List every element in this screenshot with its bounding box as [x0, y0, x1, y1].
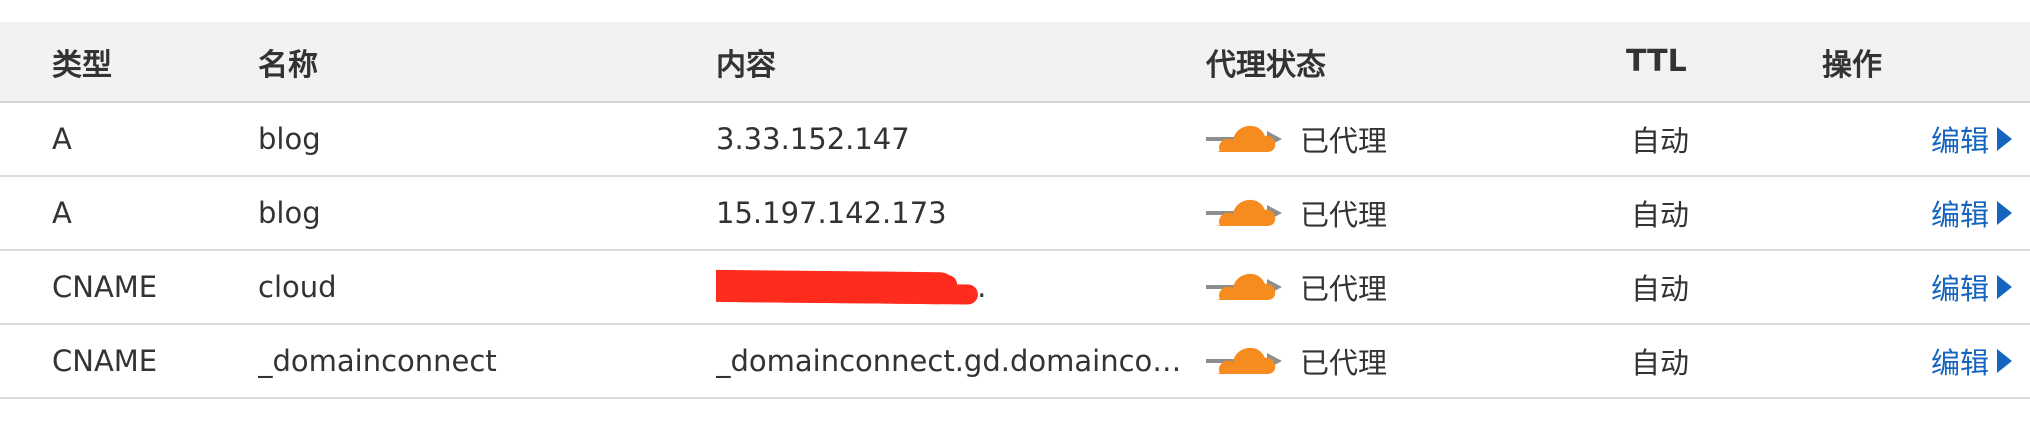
- edit-button[interactable]: 编辑: [1931, 118, 2012, 160]
- ttl-value: 自动: [1631, 124, 1690, 158]
- table-row: CNAME _domainconnect _domainconnect.gd.d…: [0, 325, 2030, 399]
- cloud-proxy-icon: [1206, 347, 1282, 374]
- actions-cell: 编辑: [1822, 325, 2030, 397]
- record-type: CNAME: [52, 344, 158, 378]
- edit-label: 编辑: [1930, 198, 1989, 232]
- play-triangle-icon: [1997, 201, 2012, 225]
- edit-button[interactable]: 编辑: [1931, 340, 2012, 382]
- cloud-proxy-icon: [1206, 199, 1282, 226]
- proxy-status-label: 已代理: [1300, 198, 1388, 232]
- record-type: A: [52, 196, 72, 230]
- record-name: blog: [258, 122, 321, 156]
- actions-cell: 编辑: [1822, 251, 2030, 323]
- record-content-cell: 15.197.142.173: [716, 177, 1191, 249]
- actions-cell: 编辑: [1822, 103, 2030, 175]
- record-content-cell: _domainconnect.gd.domainco…: [716, 325, 1191, 397]
- record-content-cell: 3.33.152.147: [716, 103, 1191, 175]
- cloud-proxy-icon: [1206, 125, 1282, 152]
- proxy-status-cell: 已代理: [1206, 325, 1506, 397]
- play-triangle-icon: [1997, 127, 2012, 151]
- record-name: cloud: [258, 270, 337, 304]
- ttl-value: 自动: [1631, 346, 1690, 380]
- proxy-status-cell: 已代理: [1206, 177, 1506, 249]
- edit-button[interactable]: 编辑: [1931, 192, 2012, 234]
- record-name: blog: [258, 196, 321, 230]
- dns-records-table: 类型 名称 内容 代理状态 TTL 操作 A blog 3.33.152.147…: [0, 22, 2030, 399]
- top-spacer: [0, 0, 2030, 22]
- ttl-value: 自动: [1631, 272, 1690, 306]
- play-triangle-icon: [1997, 275, 2012, 299]
- record-content: 15.197.142.173: [716, 196, 947, 230]
- actions-cell: 编辑: [1822, 177, 2030, 249]
- proxy-status-label: 已代理: [1300, 272, 1388, 306]
- proxy-status-label: 已代理: [1300, 346, 1388, 380]
- edit-label: 编辑: [1930, 346, 1989, 380]
- edit-button[interactable]: 编辑: [1931, 266, 2012, 308]
- proxy-status-cell: 已代理: [1206, 251, 1506, 323]
- table-row: CNAME cloud …6-46d0-b9ca-9… 已代理 自动 编辑: [0, 251, 2030, 325]
- proxy-status-label: 已代理: [1300, 124, 1388, 158]
- edit-label: 编辑: [1930, 272, 1989, 306]
- ttl-value: 自动: [1631, 198, 1690, 232]
- header-actions: 操作: [1822, 47, 1882, 83]
- table-row: A blog 3.33.152.147 已代理 自动 编辑: [0, 103, 2030, 177]
- header-proxy-status: 代理状态: [1206, 47, 1326, 83]
- record-content: 3.33.152.147: [716, 122, 910, 156]
- play-triangle-icon: [1997, 349, 2012, 373]
- record-content: …6-46d0-b9ca-9…: [716, 270, 987, 304]
- record-name: _domainconnect: [258, 344, 497, 378]
- record-type: CNAME: [52, 270, 158, 304]
- header-content: 内容: [716, 47, 776, 83]
- header-type: 类型: [52, 47, 112, 83]
- table-header-row: 类型 名称 内容 代理状态 TTL 操作: [0, 22, 2030, 103]
- cloud-proxy-icon: [1206, 273, 1282, 300]
- record-content: _domainconnect.gd.domainco…: [716, 344, 1182, 378]
- proxy-status-cell: 已代理: [1206, 103, 1506, 175]
- record-type: A: [52, 122, 72, 156]
- edit-label: 编辑: [1930, 124, 1989, 158]
- header-name: 名称: [258, 47, 318, 83]
- table-row: A blog 15.197.142.173 已代理 自动 编辑: [0, 177, 2030, 251]
- record-content-cell: …6-46d0-b9ca-9…: [716, 251, 1191, 323]
- header-ttl: TTL: [1626, 44, 1687, 79]
